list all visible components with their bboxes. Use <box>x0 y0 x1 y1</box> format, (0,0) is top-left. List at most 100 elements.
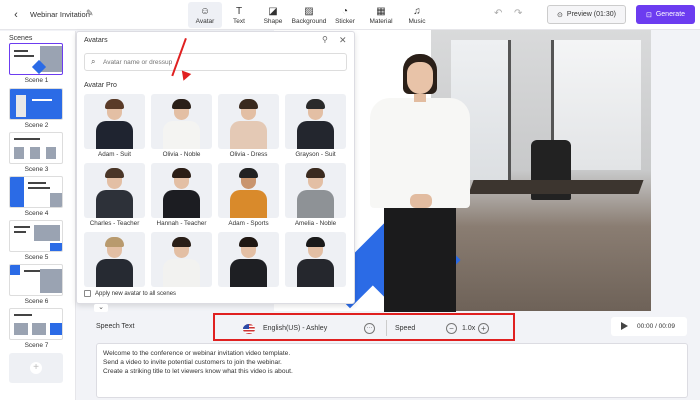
scene-label: Scene 7 <box>24 342 49 349</box>
voice-settings-highlight: English(US) - Ashley ··· Speed − 1.0x + <box>213 313 515 341</box>
scene-thumbnail[interactable]: Scene 4 <box>9 176 64 217</box>
scene-thumbnail[interactable]: Scene 7 <box>9 308 64 349</box>
tool-avatar[interactable]: ☺ Avatar <box>188 2 222 28</box>
scene-label: Scene 6 <box>24 298 49 305</box>
music-icon: ♫ <box>413 5 421 17</box>
script-line: Welcome to the conference or webinar inv… <box>103 350 291 357</box>
speed-increase-button[interactable]: + <box>478 323 489 334</box>
preview-label: Preview (01:30) <box>566 11 616 18</box>
avatar-label: Hannah - Teacher <box>156 220 207 227</box>
back-arrow-icon[interactable]: ‹ <box>8 7 24 23</box>
scene-thumbnail[interactable]: Scene 6 <box>9 264 64 305</box>
tool-background[interactable]: ▨ Background <box>290 2 328 28</box>
toolbar: ☺ Avatar T Text ◪ Shape ▨ Background ◔ S… <box>188 2 434 28</box>
panel-title: Avatars <box>84 37 108 44</box>
avatar-card[interactable] <box>285 94 346 149</box>
edit-pencil-icon[interactable]: ✎ <box>86 8 94 19</box>
voice-selector[interactable]: English(US) - Ashley <box>263 325 327 332</box>
scene-label: Scene 1 <box>24 77 49 84</box>
avatar-label: Adam - Suit <box>98 151 131 158</box>
tool-music[interactable]: ♫ Music <box>400 2 434 28</box>
avatar-card[interactable] <box>218 94 279 149</box>
script-textarea[interactable]: Welcome to the conference or webinar inv… <box>96 343 688 398</box>
top-bar: ‹ Webinar Invitation ✎ ☺ Avatar T Text ◪… <box>0 0 700 30</box>
scene-preview <box>9 43 63 75</box>
text-icon: T <box>235 5 243 17</box>
search-icon: ⌕ <box>91 57 96 66</box>
speech-panel: Speech Text English(US) - Ashley ··· Spe… <box>84 313 696 400</box>
avatar-card[interactable] <box>151 163 212 218</box>
sticker-icon: ◔ <box>341 5 349 17</box>
pin-icon[interactable]: ⚲ <box>322 35 328 44</box>
chevron-down-icon[interactable]: ⌄ <box>94 304 108 312</box>
playback-time: 00:00 / 00:09 <box>637 323 675 330</box>
speech-text-label: Speech Text <box>96 323 135 330</box>
tool-sticker[interactable]: ◔ Sticker <box>328 2 362 28</box>
script-line: Create a striking title to let viewers k… <box>103 368 293 375</box>
section-title: Avatar Pro <box>84 82 117 89</box>
material-icon: ▦ <box>376 5 386 17</box>
search-input[interactable] <box>103 56 333 69</box>
play-icon[interactable] <box>621 322 628 330</box>
avatar-label: Amelia - Noble <box>294 220 337 227</box>
tool-text[interactable]: T Text <box>222 2 256 28</box>
speed-value: 1.0x <box>462 325 476 332</box>
avatars-panel: Avatars ⚲ ✕ ⌕ Avatar Pro Adam - Suit Oli… <box>76 31 355 304</box>
scene-label: Scene 5 <box>24 254 49 261</box>
tool-material[interactable]: ▦ Material <box>362 2 400 28</box>
scene-preview <box>9 132 63 164</box>
scene-thumbnail[interactable]: Scene 5 <box>9 220 64 261</box>
avatar-label: Olivia - Dress <box>229 151 268 158</box>
scene-thumbnail[interactable]: Scene 3 <box>9 132 64 173</box>
generate-icon: ⊡ <box>645 11 652 19</box>
project-title[interactable]: Webinar Invitation <box>30 10 90 19</box>
speed-label: Speed <box>395 325 416 332</box>
avatar-card[interactable] <box>218 163 279 218</box>
scene-label: Scene 2 <box>24 122 49 129</box>
avatar-card[interactable] <box>151 232 212 287</box>
generate-label: Generate <box>655 11 686 18</box>
apply-all-option[interactable]: Apply new avatar to all scenes <box>84 290 176 297</box>
preview-button[interactable]: ⊙ Preview (01:30) <box>547 5 626 24</box>
more-options-icon[interactable]: ··· <box>364 323 375 334</box>
avatar-card[interactable] <box>218 232 279 287</box>
avatar-label: Adam - Sports <box>228 220 269 227</box>
generate-button[interactable]: ⊡ Generate <box>636 5 695 24</box>
shape-icon: ◪ <box>268 5 278 17</box>
scene-thumbnail[interactable]: Scene 2 <box>9 88 64 129</box>
avatar-card[interactable] <box>285 232 346 287</box>
tool-shape[interactable]: ◪ Shape <box>256 2 290 28</box>
us-flag-icon <box>243 324 255 334</box>
avatar-card[interactable] <box>84 163 145 218</box>
checkbox[interactable] <box>84 290 91 297</box>
scenes-title: Scenes <box>9 35 33 42</box>
avatar-icon: ☺ <box>199 5 211 17</box>
tool-label: Shape <box>263 17 283 25</box>
avatar-card[interactable] <box>285 163 346 218</box>
scene-preview <box>9 88 63 120</box>
divider <box>386 320 387 336</box>
redo-icon[interactable]: ↷ <box>514 8 522 19</box>
tool-label: Sticker <box>335 17 355 25</box>
undo-icon[interactable]: ↶ <box>494 8 502 19</box>
apply-all-label: Apply new avatar to all scenes <box>95 290 177 297</box>
avatar-on-canvas[interactable] <box>370 54 470 312</box>
speed-decrease-button[interactable]: − <box>446 323 457 334</box>
avatar-card[interactable] <box>84 94 145 149</box>
scene-preview <box>9 176 63 208</box>
close-icon[interactable]: ✕ <box>339 35 347 46</box>
add-scene-button[interactable]: + <box>9 353 63 383</box>
play-circle-icon: ⊙ <box>557 11 563 19</box>
tool-label: Material <box>369 17 393 25</box>
avatar-card[interactable] <box>151 94 212 149</box>
tool-label: Music <box>408 17 426 25</box>
scene-preview <box>9 220 63 252</box>
avatar-search[interactable]: ⌕ <box>84 53 347 71</box>
scenes-panel: Scenes Scene 1 Scene 2 Scene 3 Scene 4 S… <box>0 31 76 400</box>
avatar-label: Grayson - Suit <box>295 151 336 158</box>
scene-preview <box>9 308 63 340</box>
tool-label: Background <box>291 17 327 25</box>
script-line: Send a video to invite potential custome… <box>103 359 282 366</box>
scene-thumbnail[interactable]: Scene 1 <box>9 43 64 84</box>
avatar-card[interactable] <box>84 232 145 287</box>
